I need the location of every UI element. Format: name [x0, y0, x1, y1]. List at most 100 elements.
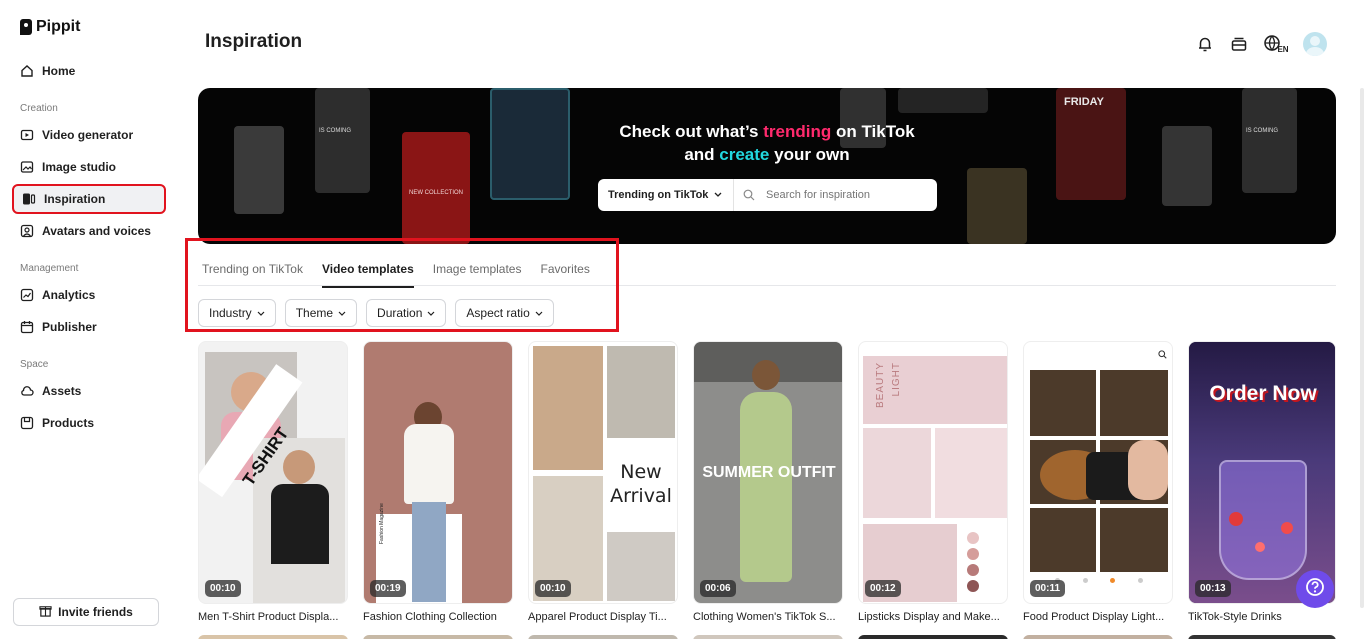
card-thumbnail [607, 532, 675, 601]
card-overlay-text: Order Now [1209, 382, 1317, 405]
card-overlay-line: BEAUTY [875, 362, 886, 409]
sidebar-item-label: Image studio [42, 160, 117, 174]
calendar-icon [20, 320, 34, 334]
template-card-partial[interactable] [1188, 635, 1336, 639]
search-category-dropdown[interactable]: Trending on TikTok [598, 179, 734, 211]
sidebar-item-label: Products [42, 416, 95, 430]
card-title[interactable]: Apparel Product Display Ti... [528, 611, 678, 623]
card-title[interactable]: Lipsticks Display and Make... [858, 611, 1008, 623]
banner-text: Check out what’s [619, 122, 764, 141]
section-label-management: Management [20, 263, 79, 274]
template-card-partial[interactable] [528, 635, 678, 639]
chevron-down-icon [714, 189, 722, 201]
sidebar-item-label: Assets [42, 384, 82, 398]
duration-badge: 00:10 [205, 580, 241, 597]
template-card-partial[interactable] [1023, 635, 1173, 639]
template-card-partial[interactable] [693, 635, 843, 639]
image-studio-icon [20, 160, 34, 174]
card-thumbnail [533, 346, 603, 470]
sidebar-item-home[interactable]: Home [12, 56, 166, 86]
template-card[interactable]: New Arrival 00:10 [528, 341, 678, 604]
search-input[interactable] [760, 179, 937, 211]
gift-icon [39, 604, 52, 620]
template-card[interactable]: T-SHIRT 00:10 [198, 341, 348, 604]
sidebar-item-avatars-voices[interactable]: Avatars and voices [12, 216, 166, 246]
banner-decor-image: FRIDAY [1056, 88, 1126, 200]
banner-decor-image [967, 168, 1027, 244]
card-title[interactable]: Men T-Shirt Product Displa... [198, 611, 348, 623]
template-card-partial[interactable] [198, 635, 348, 639]
banner-text: on TikTok [831, 122, 915, 141]
duration-badge: 00:19 [370, 580, 406, 597]
card-thumbnail [863, 428, 931, 518]
scrollbar[interactable] [1360, 88, 1364, 608]
sidebar-item-label: Publisher [42, 320, 97, 334]
duration-badge: 00:10 [535, 580, 571, 597]
sidebar-item-label: Video generator [42, 128, 134, 142]
card-title[interactable]: Fashion Clothing Collection [363, 611, 513, 623]
banner-decor-image [898, 88, 988, 113]
template-card-partial[interactable] [363, 635, 513, 639]
annotation-highlight-box [185, 238, 619, 332]
cloud-icon [20, 384, 34, 398]
sidebar-item-inspiration[interactable]: Inspiration [12, 184, 166, 214]
bell-icon[interactable] [1195, 34, 1215, 54]
template-card[interactable]: 00:11 [1023, 341, 1173, 604]
page-title: Inspiration [205, 31, 303, 52]
help-button[interactable] [1296, 570, 1334, 608]
banner-highlight-trending: trending [763, 122, 832, 141]
card-title[interactable]: TikTok-Style Drinks [1188, 611, 1338, 623]
sidebar-item-label: Avatars and voices [42, 224, 151, 238]
sidebar-item-products[interactable]: Products [12, 408, 166, 438]
banner-decor-text: FRIDAY [1064, 96, 1104, 108]
invite-friends-label: Invite friends [58, 605, 133, 619]
card-overlay-text: SUMMER OUTFIT [702, 464, 836, 481]
card-overlay-text: LIGHT [891, 362, 902, 396]
template-card[interactable]: BEAUTY LIGHT 00:12 [858, 341, 1008, 604]
section-label-creation: Creation [20, 103, 58, 114]
video-generator-icon [20, 128, 34, 142]
logo[interactable]: Pippit [20, 18, 80, 36]
invite-friends-button[interactable]: Invite friends [13, 598, 159, 626]
template-card[interactable]: Order Now 00:13 [1188, 341, 1336, 604]
app-root: Pippit Home Creation Video generator Ima… [0, 0, 1365, 639]
logo-text: Pippit [36, 18, 81, 35]
card-overlay-text: New Arrival [607, 460, 675, 508]
card-overlay-text: BEAUTY [875, 362, 886, 408]
template-card[interactable]: Fashion Magazine 00:19 [363, 341, 513, 604]
language-selector[interactable]: EN [1263, 34, 1289, 54]
inbox-icon[interactable] [1229, 34, 1249, 54]
analytics-icon [20, 288, 34, 302]
card-title[interactable]: Clothing Women's TikTok S... [693, 611, 843, 623]
banner-headline-line2: and create your own [198, 145, 1336, 165]
avatar[interactable] [1303, 32, 1327, 56]
card-thumbnail [935, 428, 1007, 518]
product-box-icon [20, 416, 34, 430]
template-card[interactable]: SUMMER OUTFIT 00:06 [693, 341, 843, 604]
card-title[interactable]: Food Product Display Light... [1023, 611, 1173, 623]
question-icon [1305, 577, 1325, 602]
sidebar-item-label: Analytics [42, 288, 96, 302]
inspiration-search-bar: Trending on TikTok [598, 179, 937, 211]
banner-text: your own [769, 145, 850, 164]
duration-badge: 00:06 [700, 580, 736, 597]
avatars-voices-icon [20, 224, 34, 238]
search-category-value: Trending on TikTok [608, 189, 709, 201]
section-label-space: Space [20, 359, 49, 370]
sidebar-item-label: Home [42, 64, 76, 78]
template-card-partial[interactable] [858, 635, 1008, 639]
sidebar-item-publisher[interactable]: Publisher [12, 312, 166, 342]
card-overlay-line: LIGHT [891, 362, 902, 397]
hero-banner: IS COMING NEW COLLECTION FRIDAY IS COMIN… [198, 88, 1336, 244]
sidebar-item-video-generator[interactable]: Video generator [12, 120, 166, 150]
card-overlay-text: Fashion Magazine [379, 503, 385, 544]
card-overlay-line: Arrival [610, 485, 672, 507]
sidebar-item-image-studio[interactable]: Image studio [12, 152, 166, 182]
sidebar-item-assets[interactable]: Assets [12, 376, 166, 406]
banner-headline-line1: Check out what’s trending on TikTok [198, 122, 1336, 142]
sidebar-item-analytics[interactable]: Analytics [12, 280, 166, 310]
header-actions: EN [1195, 32, 1327, 56]
card-thumbnail [607, 346, 675, 438]
banner-decor-text: NEW COLLECTION [408, 190, 463, 196]
card-overlay-line: New [620, 461, 662, 483]
